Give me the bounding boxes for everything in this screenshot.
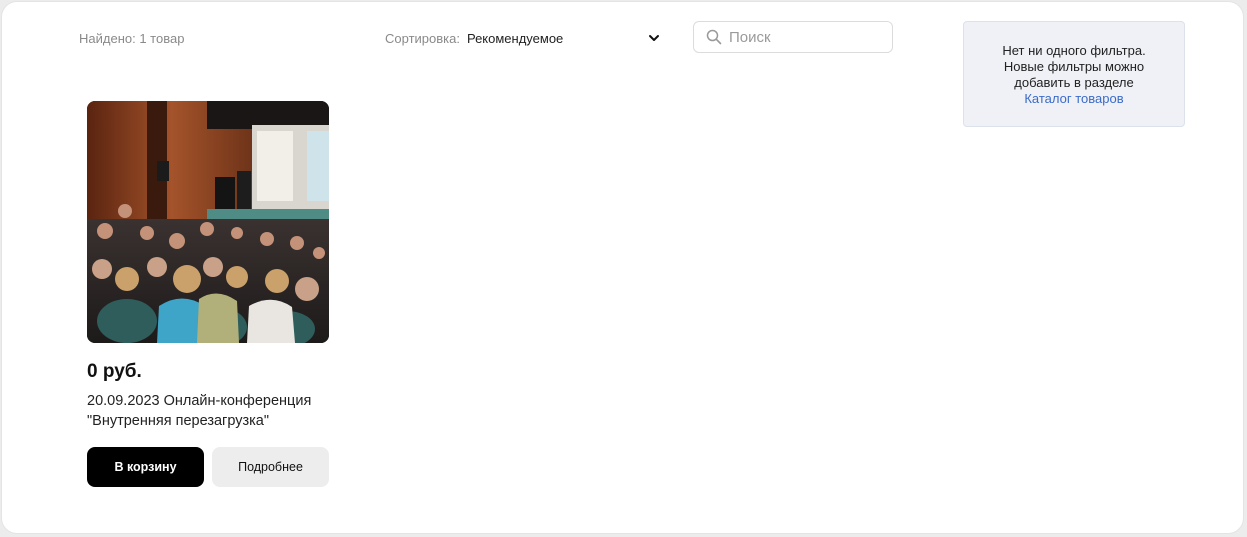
product-title[interactable]: 20.09.2023 Онлайн-конференция "Внутрення… bbox=[87, 391, 330, 431]
details-button[interactable]: Подробнее bbox=[212, 447, 329, 487]
filters-empty-text: Нет ни одного фильтра. bbox=[1002, 43, 1146, 58]
sort-value[interactable]: Рекомендуемое bbox=[467, 31, 563, 46]
search-input[interactable] bbox=[729, 28, 879, 46]
catalog-frame: Найдено: 1 товар Сортировка: Рекомендуем… bbox=[1, 1, 1244, 534]
product-card: 0 руб. 20.09.2023 Онлайн-конференция "Вн… bbox=[87, 101, 330, 487]
product-actions: В корзину Подробнее bbox=[87, 447, 329, 487]
sort-select[interactable]: Сортировка: Рекомендуемое bbox=[385, 24, 663, 52]
filters-panel: Нет ни одного фильтра. Новые фильтры мож… bbox=[963, 21, 1185, 127]
product-image[interactable] bbox=[87, 101, 329, 343]
search-icon bbox=[706, 29, 722, 45]
found-count: Найдено: 1 товар bbox=[79, 31, 185, 46]
search-box[interactable] bbox=[693, 21, 893, 53]
filters-hint-text-2: добавить в разделе bbox=[1014, 75, 1134, 90]
add-to-cart-button[interactable]: В корзину bbox=[87, 447, 204, 487]
chevron-down-icon[interactable] bbox=[648, 32, 660, 44]
catalog-link[interactable]: Каталог товаров bbox=[1024, 91, 1123, 106]
sort-label: Сортировка: bbox=[385, 30, 460, 46]
product-price: 0 руб. bbox=[87, 361, 142, 382]
filters-hint-text: Новые фильтры можно bbox=[1003, 59, 1145, 74]
